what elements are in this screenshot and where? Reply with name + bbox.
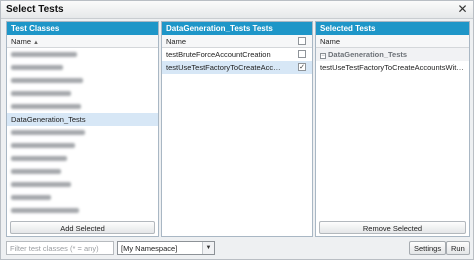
filter-test-classes-input[interactable] — [6, 241, 114, 255]
selected-tests-header: Selected Tests — [316, 22, 469, 35]
redacted-class-name — [11, 208, 79, 213]
redacted-class-name — [11, 130, 85, 135]
class-list-item[interactable] — [7, 61, 158, 74]
close-icon[interactable]: ✕ — [456, 3, 469, 16]
settings-button[interactable]: Settings — [409, 241, 447, 255]
class-tests-panel: DataGeneration_Tests Tests Name testBrut… — [161, 21, 313, 237]
namespace-value: [My Namespace] — [121, 244, 178, 253]
select-tests-dialog: Select Tests ✕ Test Classes Name ▲ DataGe… — [0, 0, 474, 260]
class-tests-header: DataGeneration_Tests Tests — [162, 22, 312, 35]
class-list-item[interactable] — [7, 48, 158, 61]
redacted-class-name — [11, 182, 71, 187]
test-checkbox[interactable] — [298, 50, 306, 58]
redacted-class-name — [11, 169, 61, 174]
class-list-item[interactable] — [7, 74, 158, 87]
class-list-item[interactable] — [7, 126, 158, 139]
class-list-item-selected[interactable]: DataGeneration_Tests — [7, 113, 158, 126]
test-checkbox-checked[interactable]: ✓ — [298, 63, 306, 71]
dialog-title: Select Tests — [6, 4, 64, 15]
redacted-class-name — [11, 104, 81, 109]
selected-test-label: testUseTestFactoryToCreateAccountsWithCo… — [320, 63, 466, 72]
title-bar: Select Tests ✕ — [1, 1, 473, 19]
name-column-label: Name — [166, 37, 187, 46]
redacted-class-name — [11, 195, 51, 200]
selected-test-item[interactable]: testUseTestFactoryToCreateAccountsWithCo… — [316, 61, 469, 74]
selected-tests-panel: Selected Tests Name − DataGeneration_Test… — [315, 21, 470, 237]
selected-tests-name-column[interactable]: Name — [316, 35, 469, 48]
select-all-checkbox[interactable] — [298, 37, 306, 45]
redacted-class-name — [11, 143, 75, 148]
class-list-item[interactable] — [7, 165, 158, 178]
class-list-item[interactable] — [7, 191, 158, 204]
test-list-item[interactable]: testUseTestFactoryToCreateAccountsWithCo… — [162, 61, 312, 74]
run-button[interactable]: Run — [446, 241, 470, 255]
class-list-item[interactable] — [7, 204, 158, 217]
redacted-class-name — [11, 91, 71, 96]
class-list-item[interactable] — [7, 152, 158, 165]
class-list-item[interactable] — [7, 87, 158, 100]
name-column-label: Name — [11, 37, 32, 46]
test-list-item[interactable]: testBruteForceAccountCreation — [162, 48, 312, 61]
redacted-class-name — [11, 78, 83, 83]
test-name-label: testBruteForceAccountCreation — [166, 50, 271, 59]
test-name-label: testUseTestFactoryToCreateAccountsWithCo… — [166, 63, 284, 72]
class-tests-name-column[interactable]: Name — [162, 35, 312, 48]
redacted-class-name — [11, 156, 67, 161]
name-column-label: Name — [320, 37, 341, 46]
bottom-toolbar: [My Namespace] ▼ Settings Run — [1, 238, 473, 260]
remove-selected-button[interactable]: Remove Selected — [319, 221, 466, 234]
chevron-down-icon[interactable]: ▼ — [202, 242, 214, 254]
test-classes-panel: Test Classes Name ▲ DataGeneration_Tests … — [6, 21, 159, 237]
namespace-select[interactable]: [My Namespace] ▼ — [117, 241, 215, 255]
group-label: DataGeneration_Tests — [328, 50, 408, 59]
sort-ascending-icon: ▲ — [33, 40, 39, 46]
class-list-item[interactable] — [7, 178, 158, 191]
redacted-class-name — [11, 52, 77, 57]
class-list-item[interactable] — [7, 100, 158, 113]
class-name-label: DataGeneration_Tests — [11, 115, 86, 124]
test-classes-name-column[interactable]: Name ▲ — [7, 35, 158, 48]
add-selected-button[interactable]: Add Selected — [10, 221, 155, 234]
test-classes-header: Test Classes — [7, 22, 158, 35]
collapse-icon[interactable]: − — [320, 53, 326, 59]
selected-group-row[interactable]: − DataGeneration_Tests — [316, 48, 469, 61]
redacted-class-name — [11, 65, 63, 70]
class-list-item[interactable] — [7, 139, 158, 152]
